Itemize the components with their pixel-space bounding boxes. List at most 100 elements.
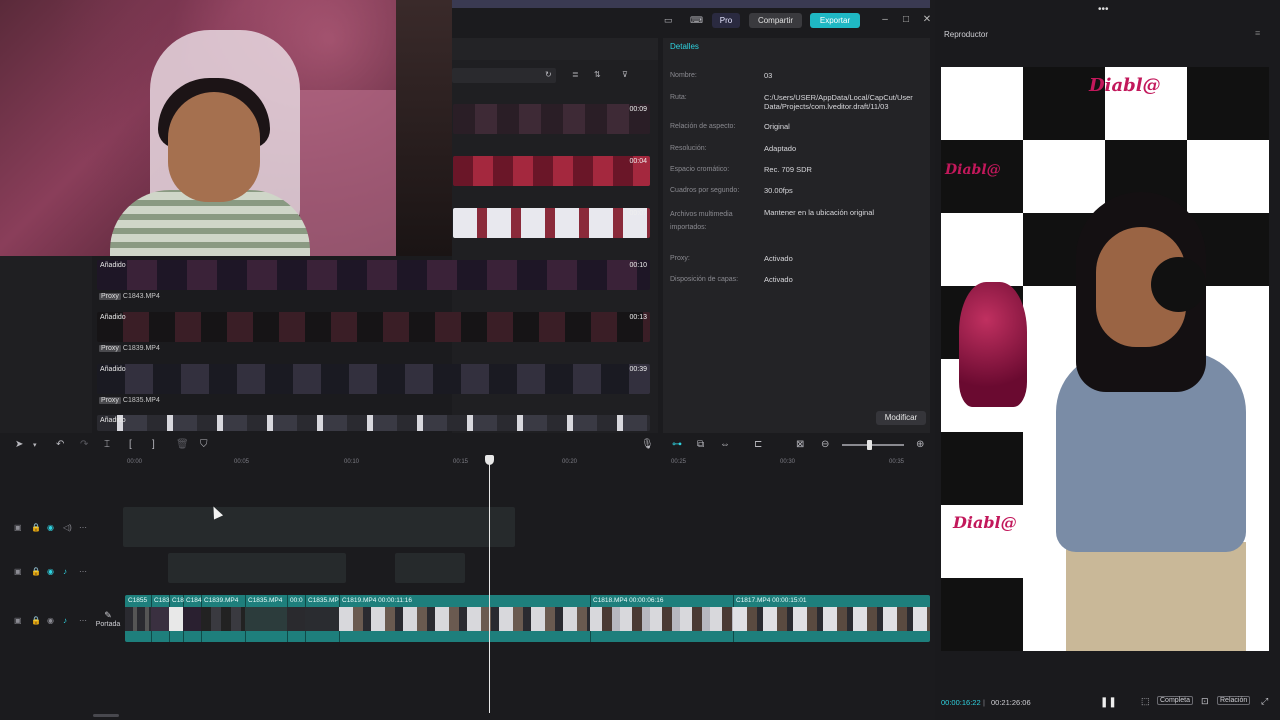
crop-icon[interactable]: ⬚ [1141, 696, 1150, 707]
ratio-button[interactable]: Relación [1217, 696, 1251, 705]
share-button[interactable]: Compartir [749, 13, 802, 28]
timeline-clip[interactable]: C18 [169, 595, 184, 642]
filter-icon[interactable]: ⊽ [622, 70, 628, 79]
trim-right-icon[interactable]: ] [152, 439, 155, 450]
pro-button[interactable]: Pro [712, 13, 740, 28]
more-icon[interactable]: ••• [1098, 4, 1109, 15]
proxy-label: Proxy C1843.MP4 [99, 293, 160, 300]
diablo-logo: Diabl@ [945, 162, 1001, 178]
layout-icon[interactable]: ▭ [664, 15, 673, 26]
microphone-icon[interactable]: 🎙 [641, 439, 654, 450]
ruler-tick: 00:35 [889, 459, 905, 465]
media-clip[interactable]: 00:09 [453, 104, 650, 134]
refresh-icon[interactable]: ↻ [545, 70, 552, 79]
clip-filename: C1835.MP4 [122, 397, 160, 404]
media-clip[interactable]: Añadido 00:13 [97, 312, 650, 342]
timeline-clip[interactable]: C183 [151, 595, 170, 642]
pause-icon[interactable]: ❚❚ [1100, 697, 1117, 708]
timeline-clip[interactable]: C1817.MP4 00:00:15:01 [733, 595, 930, 642]
fullscreen-quality-button[interactable]: Completa [1157, 696, 1193, 705]
media-clip[interactable]: 00:04 [453, 156, 650, 186]
timeline-clip[interactable]: C184 [183, 595, 202, 642]
zoom-out-icon[interactable]: ⊖ [821, 439, 829, 450]
ghost-track-clip[interactable] [123, 507, 515, 547]
ghost-track-clip[interactable] [168, 553, 346, 583]
audio-icon[interactable]: ◁) [63, 523, 72, 532]
zoom-slider-handle[interactable] [867, 440, 872, 450]
media-clip[interactable]: Añadido 00:10 [97, 260, 650, 290]
more-icon[interactable]: ⋯ [79, 523, 87, 532]
redo-icon[interactable]: ↷ [80, 439, 88, 450]
keyboard-icon[interactable]: ⌨ [690, 15, 703, 26]
trim-left-icon[interactable]: [ [129, 439, 132, 450]
media-search-input[interactable] [452, 68, 556, 83]
eye-icon[interactable]: ◉ [47, 616, 54, 625]
timeline-clip[interactable]: C1839.MP4 [201, 595, 246, 642]
track-icon[interactable]: ▣ [14, 567, 22, 576]
cover-button[interactable]: ✎ Portada [95, 610, 121, 632]
clip-label: C184 [186, 597, 202, 604]
chevron-down-icon[interactable]: ▾ [33, 441, 37, 449]
timeline-clip[interactable]: C1819.MP4 00:00:11:16 [339, 595, 591, 642]
link-icon[interactable]: ⧉ [697, 439, 704, 450]
timeline-clip[interactable]: C1835.MP4 [245, 595, 288, 642]
details-title: Detalles [670, 42, 699, 51]
eye-icon[interactable]: ◉ [47, 567, 54, 576]
modify-button[interactable]: Modificar [876, 411, 926, 425]
lock-icon[interactable]: 🔒 [31, 616, 41, 625]
clip-duration: 00:39 [629, 366, 647, 373]
more-icon[interactable]: ⋯ [79, 567, 87, 576]
detail-value: 30.00fps [764, 186, 793, 195]
playhead[interactable] [489, 455, 490, 713]
detail-value: Rec. 709 SDR [764, 165, 812, 174]
clip-label: C1835.MP [308, 597, 339, 604]
eye-icon[interactable]: ◉ [47, 523, 54, 532]
shield-icon[interactable]: ⛉ [200, 439, 208, 450]
maximize-icon[interactable]: □ [900, 14, 912, 25]
share-label: Compartir [757, 16, 794, 25]
timeline-clip[interactable]: C1818.MP4 00:00:06:16 [590, 595, 734, 642]
timeline-scrollbar[interactable] [93, 714, 119, 717]
select-tool-icon[interactable]: ➤ [15, 439, 23, 450]
lock-icon[interactable]: 🔒 [31, 523, 41, 532]
timeline-clip[interactable]: 00:0 [287, 595, 306, 642]
timeline-clip[interactable]: C1855 [125, 595, 152, 642]
preview-axis-icon[interactable]: ⇔ [720, 439, 730, 450]
delete-icon[interactable]: 🗑 [176, 439, 189, 450]
clip-label: 00:0 [290, 597, 303, 604]
expand-icon[interactable]: ⤢ [1261, 696, 1268, 707]
sort-icon[interactable]: ⇅ [594, 70, 601, 79]
fit-icon[interactable]: ⊠ [796, 439, 804, 450]
ghost-track-clip[interactable] [395, 553, 465, 583]
proxy-label: Proxy C1839.MP4 [99, 345, 160, 352]
audio-icon[interactable]: ♪ [63, 616, 67, 625]
split-icon[interactable]: ⌶ [104, 439, 110, 450]
list-view-icon[interactable]: ≣ [572, 70, 579, 79]
track-icon[interactable]: ▣ [14, 523, 22, 532]
audio-icon[interactable]: ♪ [63, 567, 67, 576]
track-icon[interactable]: ▣ [14, 616, 22, 625]
zoom-slider[interactable] [842, 444, 904, 446]
close-icon[interactable]: ✕ [921, 14, 933, 25]
detail-value: Activado [764, 275, 793, 284]
menu-icon[interactable]: ≡ [1255, 28, 1260, 38]
magnet-icon[interactable]: ⊶ [672, 439, 682, 450]
media-clip[interactable]: 00:07 [453, 208, 650, 238]
more-icon[interactable]: ⋯ [79, 616, 87, 625]
snap-icon[interactable]: ⊏ [754, 439, 762, 450]
zoom-in-icon[interactable]: ⊕ [916, 439, 924, 450]
undo-icon[interactable]: ↶ [56, 439, 64, 450]
lock-icon[interactable]: 🔒 [31, 567, 41, 576]
track-header: ▣ 🔒 ◉ ♪ ⋯ [0, 606, 93, 636]
media-clip[interactable]: Añadido 00:39 [97, 364, 650, 394]
timeline-ruler[interactable]: 00:00 00:05 00:10 00:15 00:20 00:25 00:3… [93, 457, 935, 471]
detail-value: Adaptado [764, 144, 797, 153]
minimize-icon[interactable]: – [879, 14, 891, 25]
timeline-clip[interactable]: C1835.MP [305, 595, 340, 642]
export-button[interactable]: Exportar [810, 13, 860, 28]
video-preview[interactable]: Diabl@ Diabl@ Diabl@ [941, 67, 1269, 651]
snapshot-icon[interactable]: ⊡ [1201, 696, 1209, 707]
media-clip[interactable]: Añadido [97, 415, 650, 431]
main-video-track[interactable]: C1855 C183 C18 C184 C1839.MP4 C1835.MP4 … [125, 595, 930, 642]
added-status: Añadido [100, 314, 126, 321]
